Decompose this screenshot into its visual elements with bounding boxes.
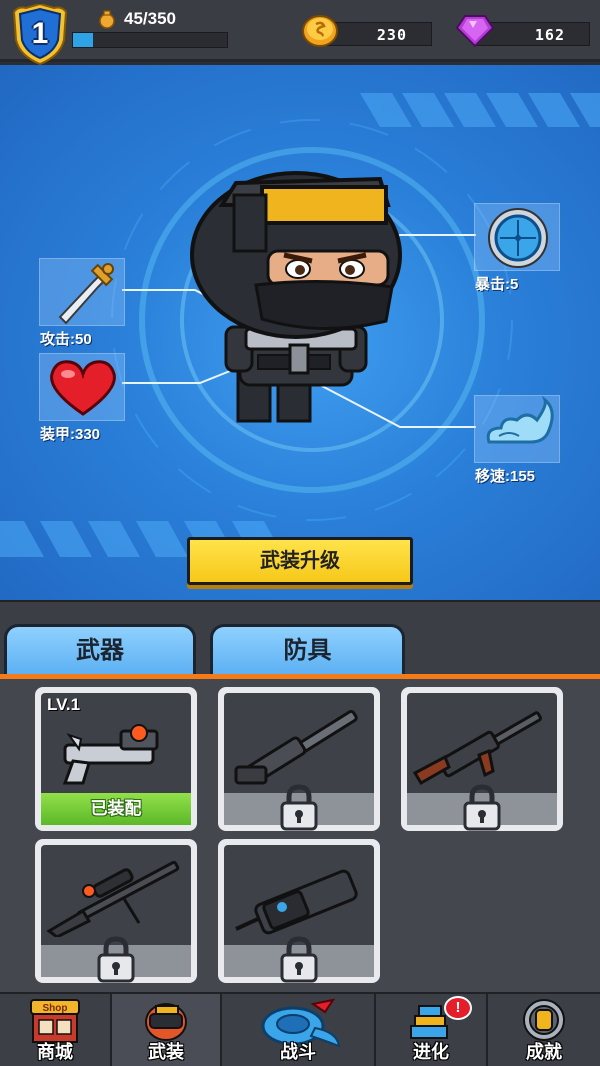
nav-label-armory: 武装 <box>148 1042 184 1062</box>
weapon-card-pistol[interactable]: LV.1 已装配 <box>35 687 197 831</box>
nav-armory[interactable]: 武装 <box>112 994 222 1066</box>
gem-value: 162 <box>534 26 565 44</box>
assault-rifle-icon <box>412 711 543 785</box>
weapon-card-sniper[interactable] <box>35 839 197 983</box>
armor-heart-icon[interactable] <box>39 353 125 421</box>
lock-icon <box>280 784 318 831</box>
xp-counter: 45/350 <box>124 9 176 28</box>
soldier-character <box>190 171 402 423</box>
attack-stat-label: 攻击:50 <box>40 331 92 348</box>
shotgun-icon <box>234 709 358 785</box>
xp-progress-fill <box>73 33 94 47</box>
xp-bag-icon <box>99 10 115 29</box>
tab-weapons[interactable]: 武器 <box>4 624 196 678</box>
nav-label-evolve: 进化 <box>413 1042 449 1062</box>
weapon-grid: LV.1 已装配 <box>0 679 600 992</box>
top-bar: 1 45/350 230 162 <box>0 0 600 66</box>
player-level: 1 <box>31 17 49 50</box>
equipment-tabs: 武器 防具 <box>0 600 600 678</box>
level-shield-icon[interactable]: 1 <box>8 2 72 66</box>
character-panel: 攻击:50 装甲:330 暴击:5 移速:155 武装升级 <box>0 65 600 600</box>
weapon-card-assault-rifle[interactable] <box>401 687 563 831</box>
notification-badge: ! <box>444 996 472 1020</box>
gem-icon <box>455 15 495 48</box>
nav-evolve[interactable]: ! 进化 <box>376 994 488 1066</box>
nav-achievements[interactable]: 成就 <box>488 994 600 1066</box>
crit-target-icon[interactable] <box>474 203 560 271</box>
sniper-rifle-icon <box>46 860 180 937</box>
weapon-card-shotgun[interactable] <box>218 687 380 831</box>
coin-icon <box>302 15 338 47</box>
upgrade-armament-button[interactable]: 武装升级 <box>187 537 413 585</box>
nav-label-battle: 战斗 <box>280 1042 316 1062</box>
speed-wind-icon[interactable] <box>474 395 560 463</box>
shop-sign-text: Shop <box>43 1003 68 1014</box>
xp-progress-bar <box>72 32 228 48</box>
crit-stat-label: 暴击:5 <box>475 276 519 293</box>
coin-value: 230 <box>376 26 407 44</box>
tab-armor[interactable]: 防具 <box>210 624 405 678</box>
armor-stat-label: 装甲:330 <box>40 426 101 443</box>
nav-battle[interactable]: 战斗 <box>222 994 376 1066</box>
pistol-icon <box>62 724 159 785</box>
weapon-card-minigun[interactable] <box>218 839 380 983</box>
attack-stat-icon[interactable] <box>39 258 125 326</box>
weapon-level: LV.1 <box>47 695 81 714</box>
equipped-status: 已装配 <box>41 793 191 825</box>
minigun-icon <box>235 869 358 935</box>
speed-stat-label: 移速:155 <box>475 468 536 485</box>
lock-icon <box>463 784 501 831</box>
lock-icon <box>280 936 318 983</box>
bottom-nav: Shop 商城 武装 战斗 ! 进化 成就 <box>0 992 600 1066</box>
nav-label-achievements: 成就 <box>526 1042 562 1062</box>
nav-label-shop: 商城 <box>37 1042 73 1062</box>
nav-shop[interactable]: Shop 商城 <box>0 994 112 1066</box>
lock-icon <box>97 936 135 983</box>
